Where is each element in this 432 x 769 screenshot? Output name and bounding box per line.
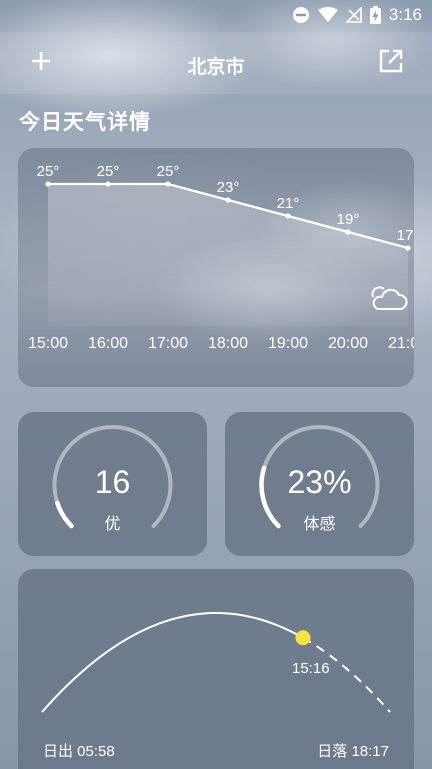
temperature-label: 21° [277,195,300,212]
air-quality-label: 优 [104,514,121,533]
open-external-button[interactable] [376,46,406,76]
temperature-label: 25° [157,163,180,180]
sunrise-sunset-card[interactable]: 15:16 日出 05:58 日落 18:17 [18,569,414,769]
air-quality-value: 16 [94,464,131,500]
hour-label: 16:00 [88,335,128,352]
feels-like-value: 23% [287,464,352,500]
hour-label: 19:00 [268,335,308,352]
sun-path-elapsed [41,612,304,713]
temperature-label: 19° [337,211,360,228]
status-time: 3:16 [388,5,422,24]
sun-current-time: 15:16 [292,660,330,677]
app-bar: 北京市 [0,32,432,94]
temperature-point [285,213,291,219]
city-title: 北京市 [187,56,245,78]
temperature-point [345,229,351,235]
sunset-label: 日落 18:17 [317,743,389,760]
hourly-temperature-chart: 25° 15:00 25° 16:00 25° 17:00 23° 18:00 21° 19:00… [28,163,414,352]
sun-path-chart [41,612,391,713]
sun-icon [295,630,311,646]
do-not-disturb-icon [292,7,309,23]
section-title: 今日天气详情 [19,110,151,134]
no-signal-icon [345,7,362,23]
open-external-icon [379,49,403,73]
temperature-area [48,184,408,326]
hourly-forecast-card[interactable]: 25° 15:00 25° 16:00 25° 17:00 23° 18:00 21° 19:00… [18,148,414,387]
hour-label: 20:00 [328,335,368,352]
temperature-label: 23° [217,179,240,196]
hour-label: 17:00 [148,335,188,352]
battery-charging-icon [369,6,381,24]
temperature-point [405,245,411,251]
sunrise-label: 日出 05:58 [43,743,115,760]
temperature-label: 17° [397,227,414,244]
weather-detail-screen: { "status_bar": { "time": "3:16", "icons… [0,0,432,769]
status-bar: 3:16 [0,0,432,30]
hour-label: 18:00 [208,335,248,352]
air-quality-card[interactable]: 16 优 [18,412,207,556]
feels-like-card[interactable]: 23% 体感 [225,412,414,556]
hour-label: 21:00 [388,335,414,352]
wifi-icon [317,7,338,22]
temperature-point [45,181,51,187]
temperature-point [225,197,231,203]
temperature-label: 25° [97,163,120,180]
temperature-point [165,181,171,187]
hour-label: 15:00 [28,335,68,352]
temperature-label: 25° [37,163,60,180]
feels-like-label: 体感 [303,514,336,533]
temperature-point [105,181,111,187]
